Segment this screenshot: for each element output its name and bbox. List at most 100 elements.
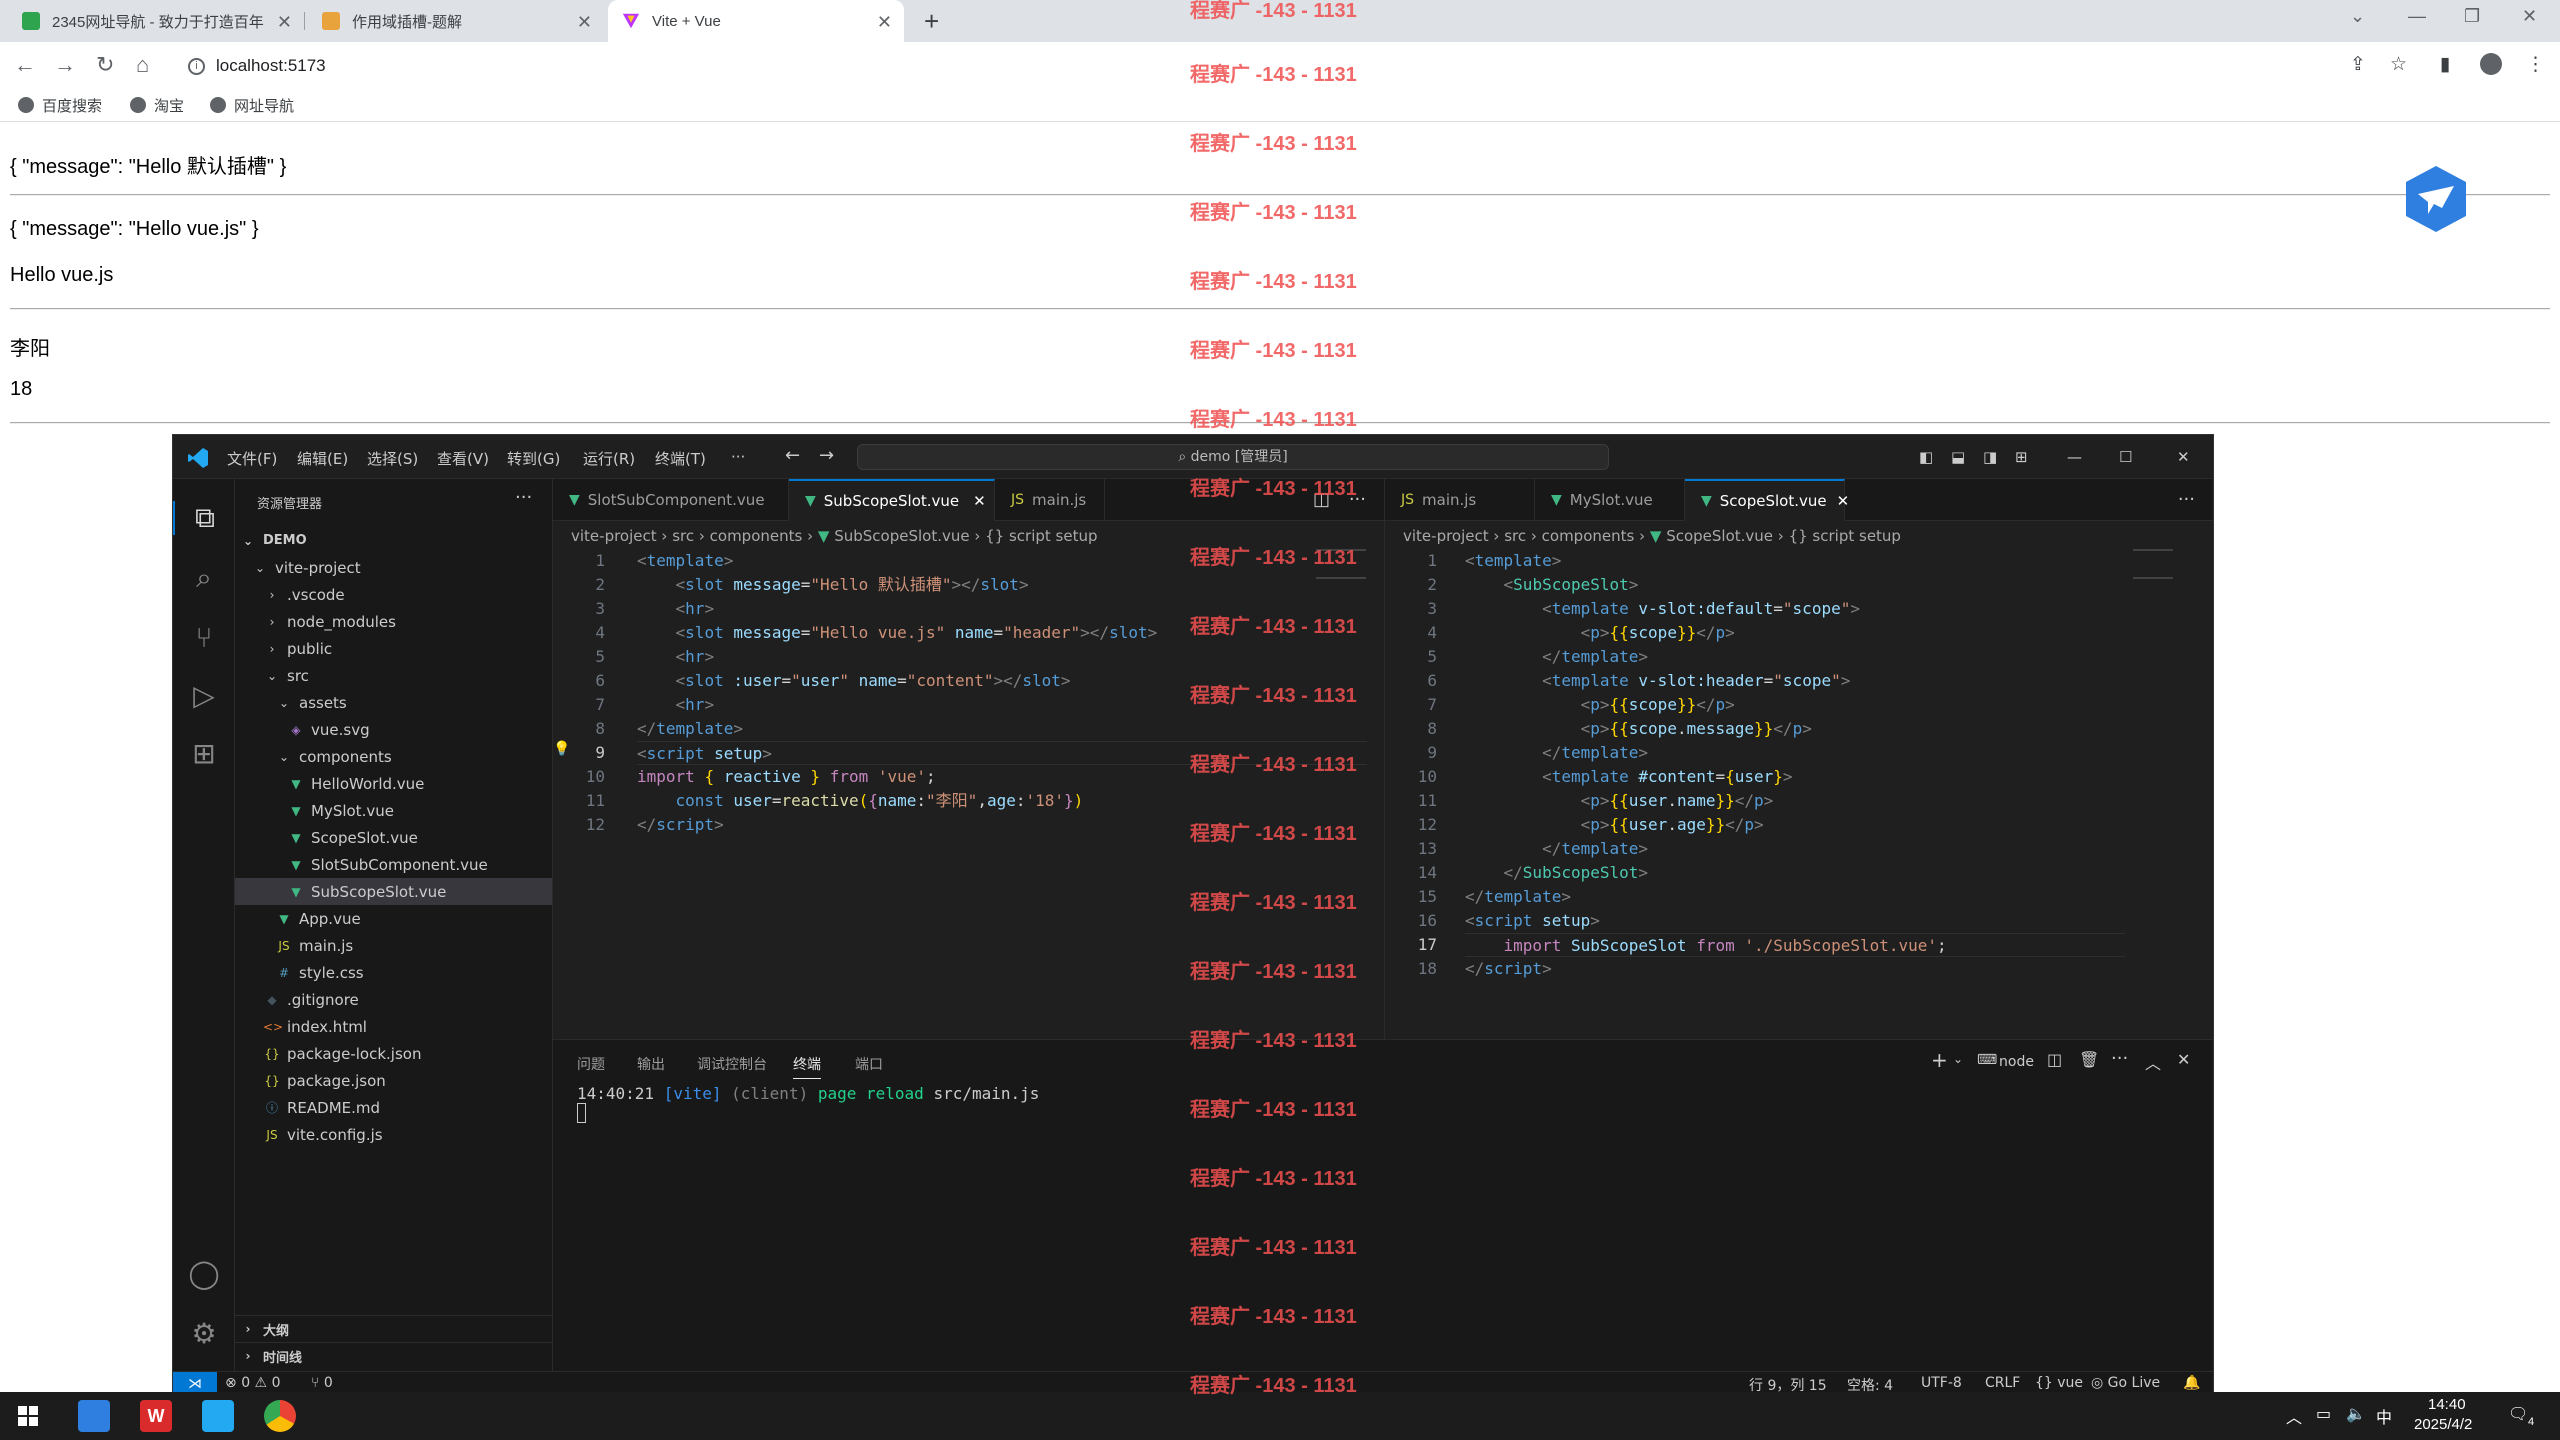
menu-kebab-icon[interactable]: ⋮ — [2526, 53, 2545, 76]
tree-file-myslot[interactable]: ▼ MySlot.vue — [235, 797, 552, 824]
close-panel-icon[interactable]: ✕ — [2177, 1050, 2190, 1069]
vscode-close-icon[interactable]: ✕ — [2177, 448, 2190, 466]
crumb-item[interactable]: src — [672, 527, 694, 545]
chevron-down-icon[interactable]: ⌄ — [1953, 1052, 1963, 1066]
ports-status[interactable]: ⑂ 0 — [311, 1375, 333, 1391]
panel-tab-problems[interactable]: 问题 — [577, 1054, 605, 1074]
reload-icon[interactable]: ↻ — [96, 52, 114, 78]
tree-folder-vite-project[interactable]: ⌄ vite-project — [235, 554, 552, 581]
menu-terminal[interactable]: 终端(T) — [655, 448, 706, 469]
toggle-sidebar-icon[interactable]: ◧ — [1919, 448, 1933, 466]
browser-tab-2345[interactable]: 2345网址导航 - 致力于打造百年 ✕ — [8, 0, 305, 42]
tab-main-js[interactable]: JS main.js — [1385, 479, 1535, 521]
panel-tab-debug-console[interactable]: 调试控制台 — [697, 1054, 767, 1074]
close-tab-icon[interactable]: ✕ — [577, 12, 592, 33]
menu-view[interactable]: 查看(V) — [437, 448, 489, 469]
bookmark-star-icon[interactable]: ☆ — [2390, 53, 2407, 76]
crumb-item[interactable]: components — [1542, 527, 1635, 545]
bookmark-baidu[interactable]: 百度搜索 — [18, 94, 102, 116]
tree-file-readme[interactable]: ⓘ README.md — [235, 1094, 552, 1121]
new-tab-button[interactable]: + — [924, 6, 939, 37]
customize-layout-icon[interactable]: ⊞ — [2015, 448, 2028, 466]
menu-go[interactable]: 转到(G) — [507, 448, 560, 469]
browser-tab-vite-vue[interactable]: Vite + Vue ✕ — [608, 0, 904, 42]
explorer-icon[interactable]: ⧉ — [173, 501, 235, 535]
crumb-item[interactable]: components — [710, 527, 803, 545]
tree-file-index-html[interactable]: <> index.html — [235, 1013, 552, 1040]
editor-more-icon[interactable]: ··· — [2178, 489, 2195, 510]
maximize-panel-icon[interactable]: ︿ — [2145, 1050, 2161, 1074]
tree-file-vite-config[interactable]: JS vite.config.js — [235, 1121, 552, 1148]
bookmark-hao[interactable]: 网址导航 — [210, 94, 294, 116]
timeline-section[interactable]: › 时间线 — [235, 1342, 552, 1369]
crumb-item[interactable]: src — [1504, 527, 1526, 545]
close-tab-icon[interactable]: ✕ — [877, 12, 892, 33]
tab-slotsubcomponent[interactable]: ▼ SlotSubComponent.vue — [553, 479, 789, 521]
tree-file-subscopeslot[interactable]: ▼ SubScopeSlot.vue — [235, 878, 552, 905]
restore-icon[interactable]: ❐ — [2464, 6, 2480, 27]
windows-start-icon[interactable] — [18, 1406, 38, 1426]
tree-file-vue-svg[interactable]: ◈ vue.svg — [235, 716, 552, 743]
menu-edit[interactable]: 编辑(E) — [297, 448, 348, 469]
tab-subscopeslot[interactable]: ▼ SubScopeSlot.vue ✕ — [789, 479, 995, 521]
nav-forward-icon[interactable]: → — [819, 445, 834, 466]
vscode-taskbar-icon[interactable] — [202, 1400, 234, 1432]
crumb-item[interactable]: vite-project — [1403, 527, 1489, 545]
outline-section[interactable]: › 大纲 — [235, 1315, 552, 1342]
crumb-item[interactable]: {} script setup — [1789, 527, 1901, 545]
menu-file[interactable]: 文件(F) — [227, 448, 277, 469]
tree-root-demo[interactable]: ⌄ DEMO — [235, 527, 552, 554]
explorer-more-icon[interactable]: ··· — [515, 487, 532, 508]
terminal-output[interactable]: 14:40:21 [vite] (client) page reload src… — [577, 1084, 1039, 1127]
bird-app-taskbar-icon[interactable] — [78, 1400, 110, 1432]
menu-more[interactable]: ··· — [731, 448, 745, 466]
tree-file-gitignore[interactable]: ◆ .gitignore — [235, 986, 552, 1013]
crumb-item[interactable]: vite-project — [571, 527, 657, 545]
tree-file-helloworld[interactable]: ▼ HelloWorld.vue — [235, 770, 552, 797]
network-icon[interactable]: ▭ — [2316, 1404, 2331, 1424]
tray-expand-icon[interactable]: ︿ — [2286, 1404, 2302, 1428]
volume-icon[interactable]: 🔈 — [2346, 1404, 2366, 1424]
tree-folder-node-modules[interactable]: › node_modules — [235, 608, 552, 635]
bookmark-taobao[interactable]: 淘宝 — [130, 94, 184, 116]
vscode-minimize-icon[interactable]: — — [2067, 448, 2082, 466]
tree-folder-public[interactable]: › public — [235, 635, 552, 662]
toggle-panel-icon[interactable]: ⬓ — [1951, 448, 1965, 466]
search-icon[interactable]: ⌕ — [187, 561, 221, 595]
kill-terminal-trash-icon[interactable]: 🗑 — [2079, 1050, 2099, 1069]
floating-bird-app-icon[interactable] — [2404, 164, 2468, 234]
notifications-bell-icon[interactable]: 🔔 — [2183, 1375, 2200, 1391]
share-icon[interactable]: ⇪ — [2350, 53, 2366, 76]
minimap[interactable] — [2133, 549, 2173, 579]
close-tab-icon[interactable]: ✕ — [1837, 492, 1850, 510]
panel-tab-output[interactable]: 输出 — [637, 1054, 665, 1074]
tab-main-js[interactable]: JS main.js — [995, 479, 1105, 521]
site-info-icon[interactable]: i — [188, 58, 205, 75]
back-icon[interactable]: ← — [14, 52, 36, 78]
problems-status[interactable]: ⊗ 0 ⚠ 0 — [225, 1375, 280, 1391]
tab-search-icon[interactable]: ⌄ — [2350, 6, 2365, 27]
tree-file-scopeslot[interactable]: ▼ ScopeSlot.vue — [235, 824, 552, 851]
tree-file-main-js[interactable]: JS main.js — [235, 932, 552, 959]
go-live-button[interactable]: ◎ Go Live — [2091, 1375, 2160, 1391]
crumb-item[interactable]: ScopeSlot.vue — [1666, 527, 1773, 545]
extensions-icon[interactable]: ⊞ — [187, 737, 221, 770]
tree-file-package-lock[interactable]: {} package-lock.json — [235, 1040, 552, 1067]
settings-gear-icon[interactable]: ⚙ — [187, 1317, 221, 1350]
split-terminal-icon[interactable]: ◫ — [2047, 1050, 2062, 1069]
clock-date[interactable]: 2025/4/2 — [2414, 1416, 2472, 1433]
tree-folder-vscode[interactable]: › .vscode — [235, 581, 552, 608]
crumb-item[interactable]: {} script setup — [985, 527, 1097, 545]
lightbulb-icon[interactable]: 💡 — [553, 741, 570, 757]
toggle-secondary-sidebar-icon[interactable]: ◨ — [1983, 448, 1997, 466]
source-control-icon[interactable]: ⑂ — [187, 621, 221, 654]
tab-scopeslot[interactable]: ▼ ScopeSlot.vue ✕ — [1685, 479, 1849, 521]
command-center[interactable]: ⌕ demo [管理员] — [857, 444, 1609, 470]
tree-file-package-json[interactable]: {} package.json — [235, 1067, 552, 1094]
encoding[interactable]: UTF-8 — [1921, 1375, 1962, 1391]
ime-indicator[interactable]: 中 — [2376, 1404, 2392, 1428]
panel-more-icon[interactable]: ··· — [2111, 1048, 2128, 1069]
clock-time[interactable]: 14:40 — [2428, 1396, 2466, 1413]
crumb-item[interactable]: SubScopeSlot.vue — [834, 527, 969, 545]
tree-folder-assets[interactable]: ⌄ assets — [235, 689, 552, 716]
